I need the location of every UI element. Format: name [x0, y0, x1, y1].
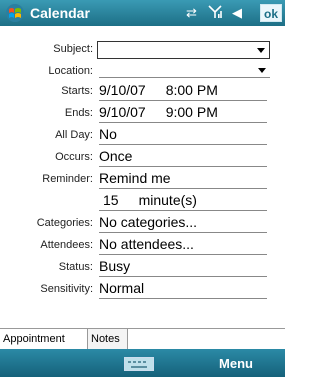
- app-title: Calendar: [30, 5, 90, 21]
- status-label: Status:: [58, 261, 93, 273]
- ok-button[interactable]: ok: [260, 4, 282, 22]
- chevron-down-icon[interactable]: [257, 48, 265, 53]
- ends-time[interactable]: 9:00 PM: [166, 104, 218, 120]
- keyboard-icon[interactable]: [124, 357, 154, 371]
- sensitivity-field[interactable]: Normal: [99, 280, 267, 299]
- connectivity-icon[interactable]: ⇄: [186, 5, 197, 21]
- all-day-label: All Day:: [55, 129, 93, 141]
- subject-label: Subject:: [53, 43, 93, 55]
- starts-time[interactable]: 8:00 PM: [166, 82, 218, 98]
- categories-label: Categories:: [36, 217, 93, 229]
- starts-label: Starts:: [61, 85, 93, 97]
- location-label: Location:: [48, 65, 93, 77]
- reminder-time-field[interactable]: 15 minute(s): [99, 192, 267, 211]
- signal-icon[interactable]: [208, 5, 222, 23]
- ends-field[interactable]: 9/10/07 9:00 PM: [99, 104, 267, 123]
- ends-date[interactable]: 9/10/07: [99, 104, 146, 120]
- occurs-field[interactable]: Once: [99, 148, 267, 167]
- attendees-field[interactable]: No attendees...: [99, 236, 267, 255]
- attendees-label: Attendees:: [40, 239, 93, 251]
- reminder-field[interactable]: Remind me: [99, 170, 267, 189]
- tab-appointment[interactable]: Appointment: [0, 329, 88, 349]
- starts-field[interactable]: 9/10/07 8:00 PM: [99, 82, 267, 101]
- menu-bar: Menu: [0, 349, 285, 377]
- reminder-label: Reminder:: [42, 173, 93, 185]
- windows-start-icon[interactable]: [4, 3, 26, 23]
- speaker-icon[interactable]: ◀︎: [232, 5, 242, 21]
- reminder-unit[interactable]: minute(s): [139, 192, 197, 208]
- subject-combobox[interactable]: [97, 41, 270, 59]
- sensitivity-label: Sensitivity:: [40, 283, 93, 295]
- status-field[interactable]: Busy: [99, 258, 267, 277]
- menu-button[interactable]: Menu: [219, 356, 253, 371]
- ends-label: Ends:: [64, 107, 93, 119]
- tab-strip: Appointment Notes: [0, 328, 285, 350]
- tab-notes[interactable]: Notes: [88, 329, 128, 349]
- chevron-down-icon[interactable]: [258, 68, 266, 73]
- title-bar: Calendar ⇄ ◀︎ ok: [0, 0, 285, 26]
- occurs-label: Occurs:: [55, 151, 93, 163]
- categories-field[interactable]: No categories...: [99, 214, 267, 233]
- all-day-field[interactable]: No: [99, 126, 267, 145]
- starts-date[interactable]: 9/10/07: [99, 82, 146, 98]
- location-input[interactable]: [99, 65, 270, 78]
- reminder-amount[interactable]: 15: [99, 192, 119, 208]
